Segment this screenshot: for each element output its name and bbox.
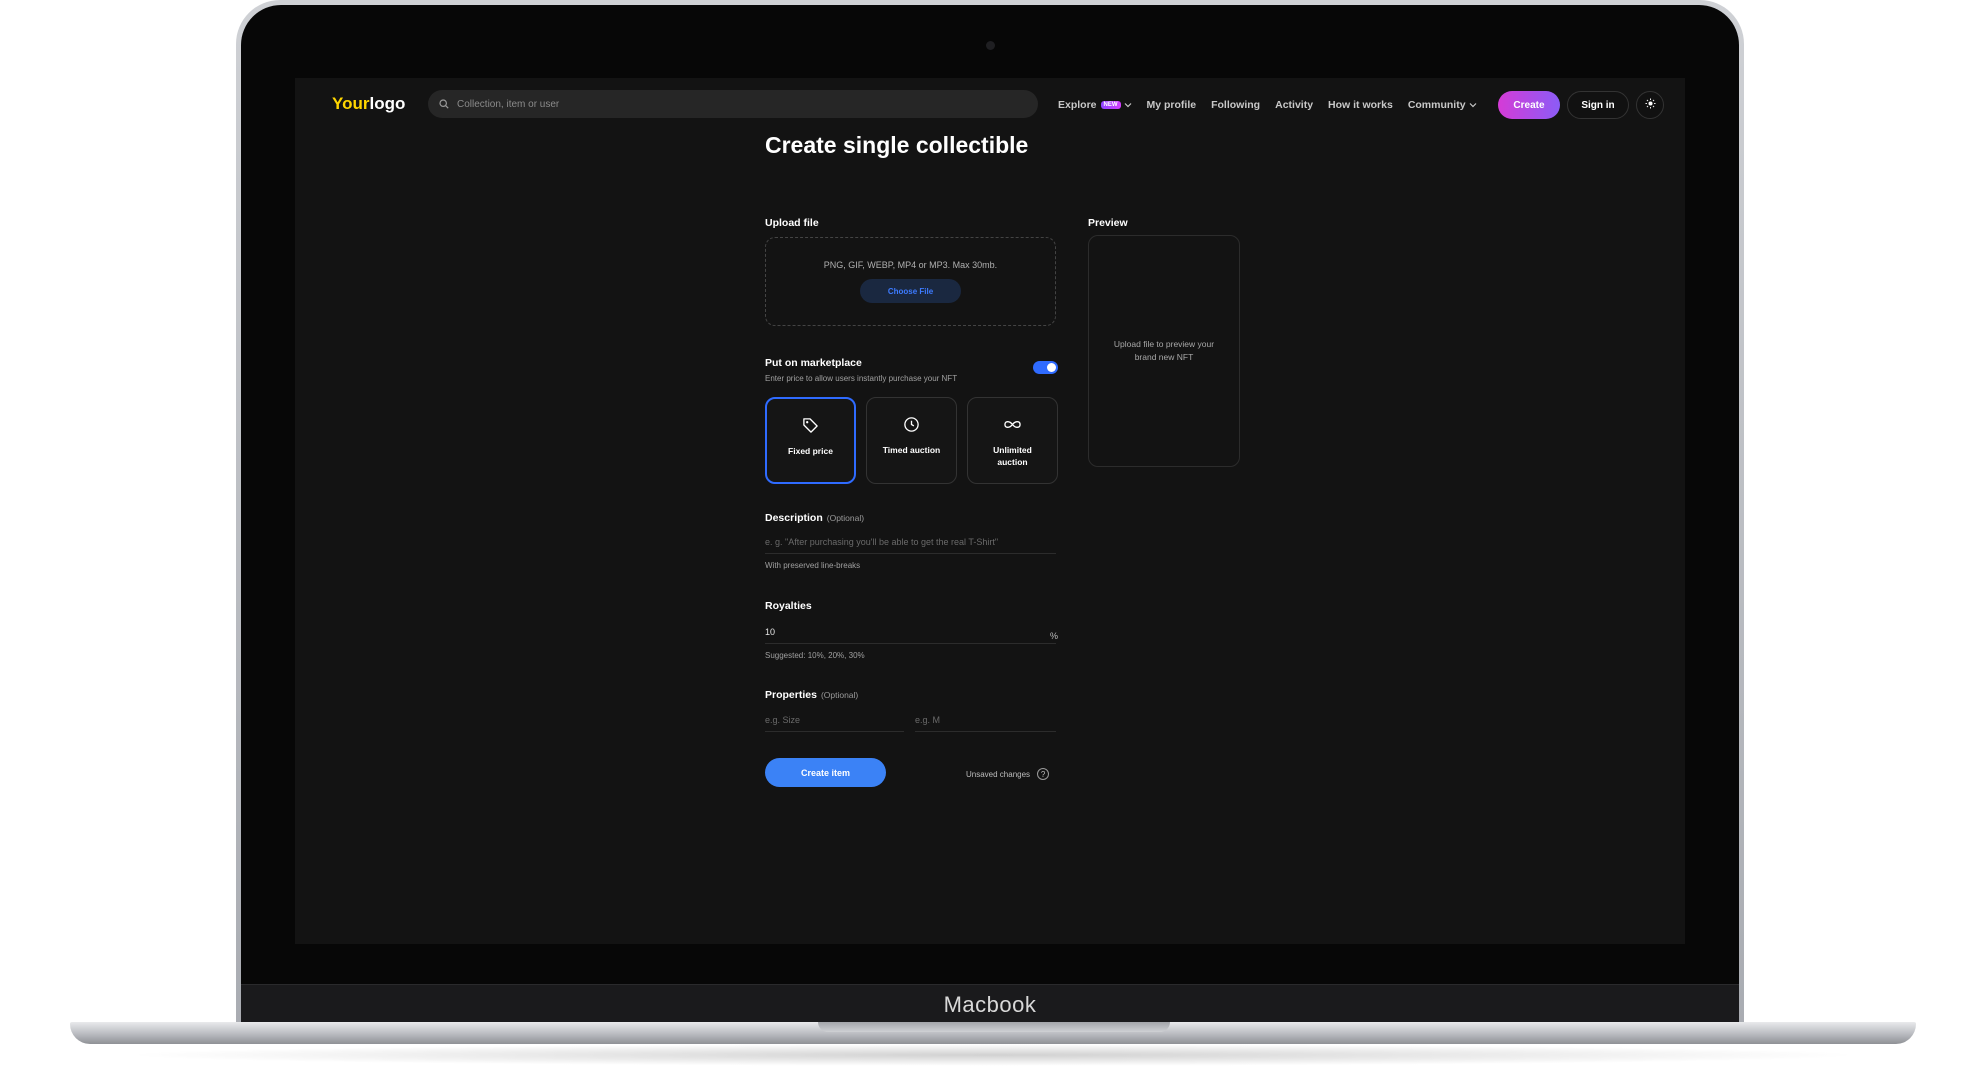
upload-dropzone[interactable]: PNG, GIF, WEBP, MP4 or MP3. Max 30mb. Ch… xyxy=(765,237,1056,326)
chevron-down-icon xyxy=(1124,103,1131,108)
preview-label: Preview xyxy=(1088,217,1128,229)
device-label: Macbook xyxy=(241,984,1739,1025)
royalties-unit: % xyxy=(1050,631,1059,641)
screen: Yourlogo Explore NEW My profile Followin… xyxy=(295,78,1685,944)
description-label-text: Description xyxy=(765,512,823,524)
unsaved-changes: Unsaved changes ? xyxy=(966,768,1050,780)
choose-file-button[interactable]: Choose File xyxy=(860,279,961,303)
option-label: Timed auction xyxy=(882,445,941,455)
nav-explore-label: Explore xyxy=(1058,99,1097,111)
marketplace-toggle[interactable] xyxy=(1033,361,1058,374)
search-input[interactable] xyxy=(455,97,1019,111)
description-label: Description (Optional) xyxy=(765,512,864,524)
logo-part-1: Your xyxy=(332,94,370,113)
logo-part-2: logo xyxy=(369,94,406,113)
marketplace-subtext: Enter price to allow users instantly pur… xyxy=(765,374,958,383)
option-fixed-price[interactable]: Fixed price xyxy=(765,397,856,484)
infinity-icon xyxy=(1004,421,1021,428)
search-icon xyxy=(439,99,449,109)
laptop-notch xyxy=(818,1022,1170,1032)
optional-tag: (Optional) xyxy=(820,690,859,700)
new-badge: NEW xyxy=(1100,101,1121,109)
create-button[interactable]: Create xyxy=(1498,91,1560,119)
tag-icon xyxy=(803,418,818,433)
create-item-button[interactable]: Create item xyxy=(765,758,886,787)
nav-following[interactable]: Following xyxy=(1211,99,1260,111)
option-unlimited-auction[interactable]: Unlimited auction xyxy=(967,397,1058,484)
main-menu: Explore NEW My profile Following Activit… xyxy=(1058,99,1492,111)
camera-icon xyxy=(986,41,995,50)
preview-card: Upload file to preview your brand new NF… xyxy=(1088,235,1240,467)
unsaved-changes-label: Unsaved changes xyxy=(966,769,1031,779)
option-timed-auction[interactable]: Timed auction xyxy=(866,397,957,484)
nav-community[interactable]: Community xyxy=(1408,99,1477,111)
optional-tag: (Optional) xyxy=(826,513,865,523)
page-title: Create single collectible xyxy=(765,132,1029,158)
nav-how-it-works[interactable]: How it works xyxy=(1328,99,1393,111)
marketplace-label: Put on marketplace xyxy=(765,357,862,369)
sign-in-button[interactable]: Sign in xyxy=(1567,91,1629,119)
property-value-input[interactable] xyxy=(915,709,1056,732)
nav-activity[interactable]: Activity xyxy=(1275,99,1313,111)
help-icon[interactable]: ? xyxy=(1037,768,1050,780)
upload-label: Upload file xyxy=(765,217,819,229)
logo[interactable]: Yourlogo xyxy=(332,94,405,114)
clock-icon xyxy=(904,417,919,432)
search-bar xyxy=(428,90,1038,118)
properties-label: Properties (Optional) xyxy=(765,689,858,701)
laptop-shadow xyxy=(120,1044,1866,1066)
nav-community-label: Community xyxy=(1407,99,1466,111)
royalties-input[interactable] xyxy=(765,621,1056,644)
sun-icon xyxy=(1644,98,1656,109)
option-label: Unlimited auction xyxy=(993,445,1032,467)
chevron-down-icon xyxy=(1469,103,1476,108)
description-input[interactable] xyxy=(765,531,1056,554)
royalties-suggested: Suggested: 10%, 20%, 30% xyxy=(765,651,865,660)
top-nav: Yourlogo Explore NEW My profile Followin… xyxy=(295,90,1685,120)
upload-hint: PNG, GIF, WEBP, MP4 or MP3. Max 30mb. xyxy=(823,260,998,270)
theme-toggle-button[interactable] xyxy=(1636,91,1664,119)
option-label: Fixed price xyxy=(788,446,833,456)
property-key-input[interactable] xyxy=(765,709,904,732)
royalties-label: Royalties xyxy=(765,600,812,612)
nav-explore[interactable]: Explore NEW xyxy=(1058,99,1132,111)
properties-label-text: Properties xyxy=(765,689,817,701)
preview-hint: Upload file to preview your brand new NF… xyxy=(1113,339,1215,362)
nav-my-profile[interactable]: My profile xyxy=(1147,99,1197,111)
description-note: With preserved line-breaks xyxy=(765,561,861,570)
